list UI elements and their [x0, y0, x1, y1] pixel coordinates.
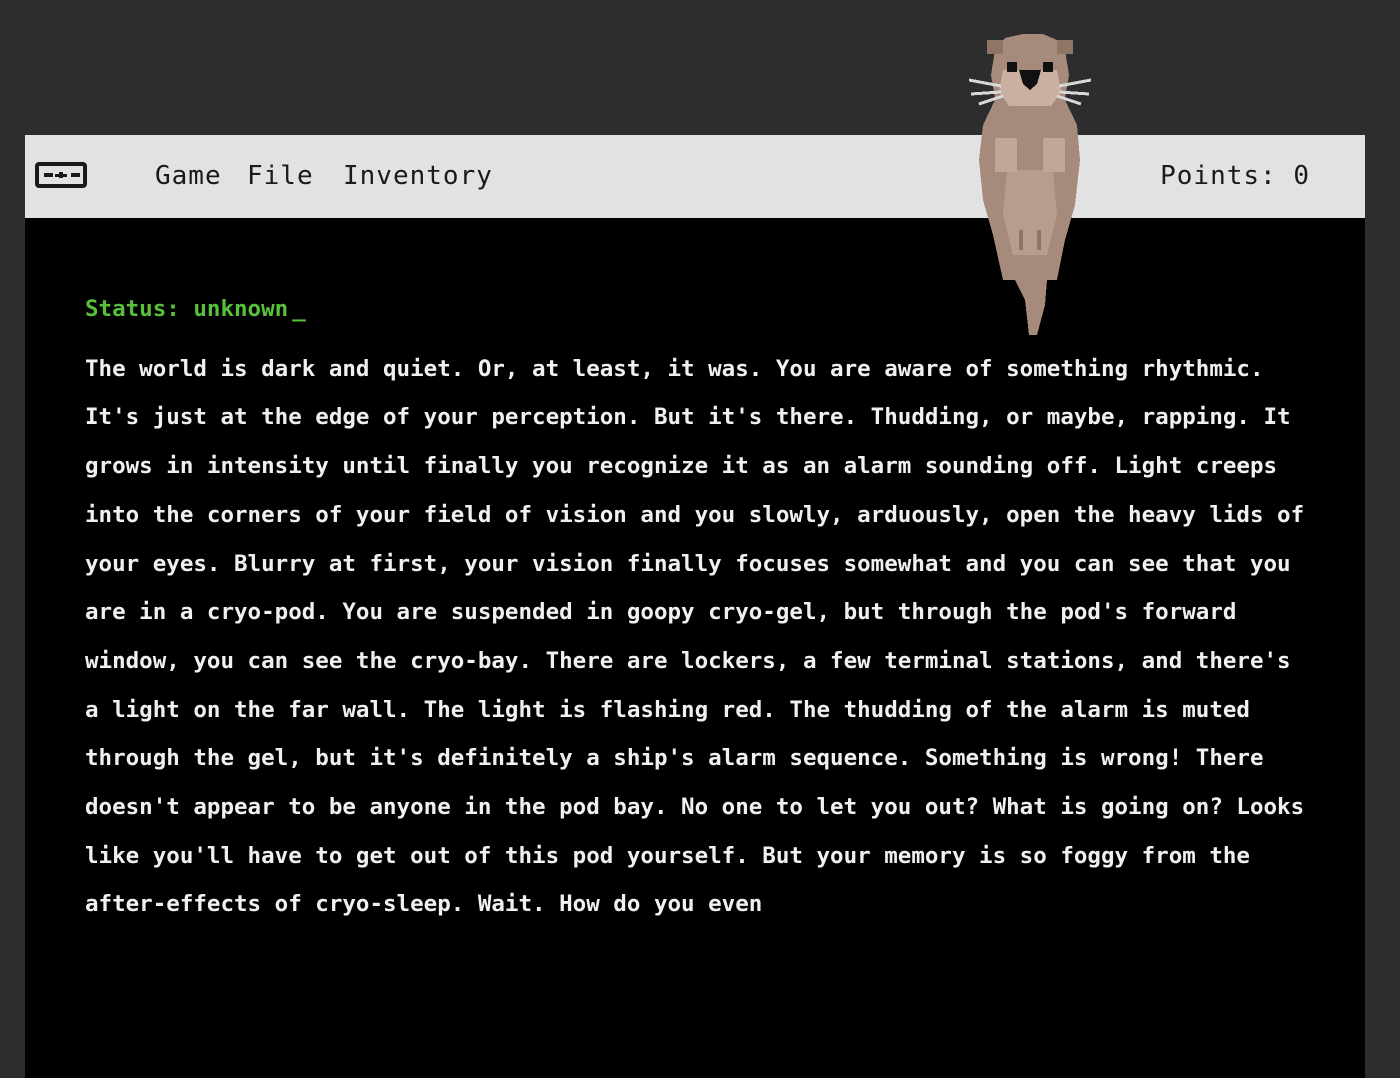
page: Game File Inventory Points: 0 Status: un…: [0, 0, 1400, 1078]
text-cursor: _: [292, 296, 306, 322]
status-text: Status: unknown: [85, 296, 289, 322]
game-controller-icon[interactable]: [35, 162, 87, 188]
status-line: Status: unknown _: [85, 285, 1315, 334]
menu-item-file[interactable]: File: [247, 159, 314, 193]
menu-bar: Game File Inventory Points: 0: [25, 135, 1365, 218]
otter-icon: [968, 34, 1092, 335]
menu-item-inventory[interactable]: Inventory: [343, 159, 493, 193]
terminal-output: Status: unknown _ The world is dark and q…: [85, 285, 1315, 929]
game-window: Game File Inventory Points: 0 Status: un…: [25, 135, 1365, 1078]
menu-item-game[interactable]: Game: [155, 159, 222, 193]
story-text: The world is dark and quiet. Or, at leas…: [85, 355, 1305, 918]
points-counter: Points: 0: [1160, 161, 1310, 191]
